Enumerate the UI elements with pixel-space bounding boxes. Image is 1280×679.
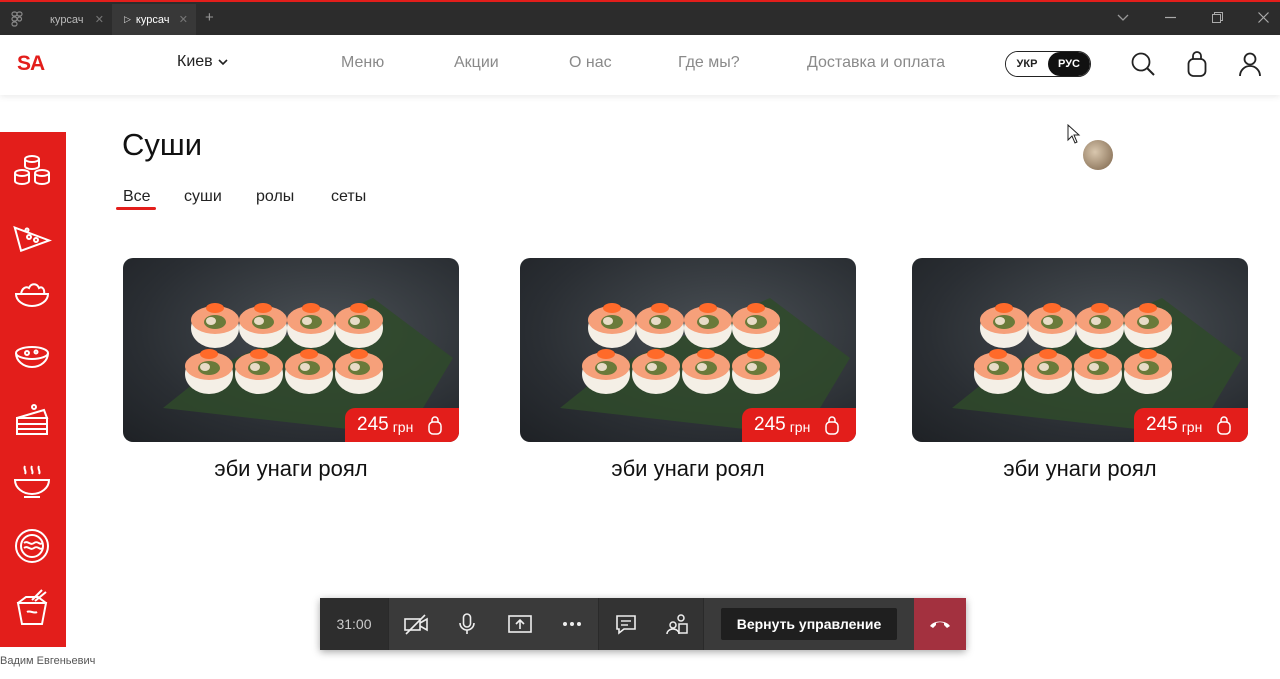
price-currency: грн (392, 418, 414, 435)
price-badge[interactable]: 245 грн (1134, 408, 1248, 442)
presenter-name: Вадим Евгеньевич (0, 655, 96, 667)
category-tab-sushi[interactable]: суши (184, 188, 222, 206)
divider (388, 598, 389, 650)
hang-up-button[interactable] (914, 598, 966, 650)
participants-icon[interactable] (664, 612, 690, 636)
restore-icon[interactable] (1212, 12, 1223, 23)
nav-promotions[interactable]: Акции (454, 54, 499, 72)
price-currency: грн (1181, 418, 1203, 435)
app-logo-icon (11, 11, 23, 27)
language-switch[interactable]: УКР РУС (1005, 51, 1091, 77)
wok-box-icon[interactable] (12, 588, 52, 628)
avatar (1083, 140, 1113, 170)
browser-top-bar: курсач ✕ ▷ курсач ✕ + (0, 0, 1280, 35)
share-screen-icon[interactable] (507, 612, 533, 636)
camera-off-icon[interactable] (403, 612, 429, 636)
noodles-icon[interactable] (12, 526, 52, 566)
price-badge[interactable]: 245 грн (345, 408, 459, 442)
product-card[interactable]: 245 грн (123, 258, 459, 442)
microphone-icon[interactable] (454, 612, 480, 636)
more-icon[interactable] (559, 612, 585, 636)
divider (703, 598, 704, 650)
call-control-bar: 31:00 Вернуть управление (320, 598, 966, 650)
soup-icon[interactable] (12, 336, 52, 376)
user-icon[interactable] (1236, 50, 1264, 78)
sushi-icon[interactable] (12, 150, 52, 190)
product-card[interactable]: 245 грн (912, 258, 1248, 442)
chat-icon[interactable] (613, 612, 639, 636)
city-selector[interactable]: Киев (177, 53, 228, 71)
category-tab-rolls[interactable]: ролы (256, 188, 294, 206)
tab-label: курсач (50, 13, 84, 26)
close-window-icon[interactable] (1258, 12, 1269, 23)
salad-icon[interactable] (12, 274, 52, 314)
nav-delivery[interactable]: Доставка и оплата (807, 54, 945, 72)
play-icon: ▷ (124, 14, 131, 24)
mouse-cursor-icon (1067, 124, 1081, 144)
category-sidebar (0, 132, 66, 647)
price-value: 245 (357, 414, 389, 435)
cart-icon (825, 416, 840, 435)
return-control-button[interactable]: Вернуть управление (721, 608, 897, 640)
nav-about[interactable]: О нас (569, 54, 612, 72)
chevron-down-icon (218, 58, 228, 65)
price-value: 245 (754, 414, 786, 435)
site-header: SA Киев Меню Акции О нас Где мы? Доставк… (0, 35, 1280, 95)
product-card[interactable]: 245 грн (520, 258, 856, 442)
tab-close-icon[interactable]: ✕ (95, 13, 104, 26)
tab-kursach-2[interactable]: ▷ курсач ✕ (112, 4, 196, 35)
cart-icon[interactable] (1183, 50, 1211, 78)
minimize-icon[interactable] (1165, 16, 1176, 19)
price-badge[interactable]: 245 грн (742, 408, 856, 442)
pizza-icon[interactable] (12, 212, 52, 252)
city-label: Киев (177, 53, 213, 70)
category-tab-all[interactable]: Все (123, 188, 151, 206)
cart-icon (1217, 416, 1232, 435)
hot-bowl-icon[interactable] (12, 462, 52, 502)
new-tab-icon[interactable]: + (205, 9, 214, 26)
category-tab-sets[interactable]: сеты (331, 188, 366, 206)
tab-kursach-1[interactable]: курсач ✕ (36, 4, 112, 35)
nav-where[interactable]: Где мы? (678, 54, 740, 72)
search-icon[interactable] (1129, 50, 1157, 78)
active-tab-indicator (116, 207, 156, 210)
lang-rus[interactable]: РУС (1048, 52, 1090, 76)
call-timer: 31:00 (320, 598, 388, 650)
tab-close-icon[interactable]: ✕ (179, 13, 188, 26)
nav-menu[interactable]: Меню (341, 54, 384, 72)
tab-label: курсач (135, 13, 170, 26)
product-name[interactable]: эби унаги роял (520, 456, 856, 482)
lang-ukr[interactable]: УКР (1006, 52, 1048, 76)
cake-icon[interactable] (12, 400, 52, 440)
price-currency: грн (789, 418, 811, 435)
product-name[interactable]: эби унаги роял (912, 456, 1248, 482)
price-value: 245 (1146, 414, 1178, 435)
product-name[interactable]: эби унаги роял (123, 456, 459, 482)
hang-up-icon (930, 621, 950, 628)
chevron-down-icon[interactable] (1117, 14, 1129, 22)
page-title: Суши (122, 127, 203, 162)
cart-icon (428, 416, 443, 435)
site-logo[interactable]: SA (17, 52, 45, 76)
